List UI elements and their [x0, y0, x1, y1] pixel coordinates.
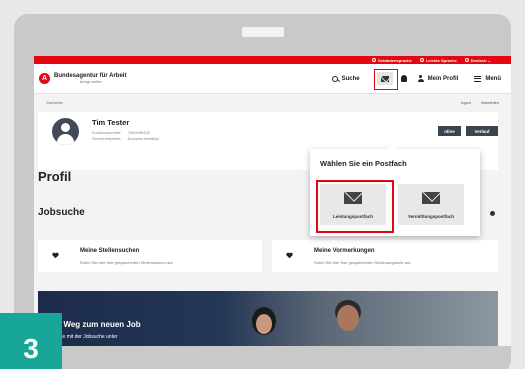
my-profile-link[interactable]: Mein Profil	[428, 76, 459, 82]
envelope-icon	[380, 75, 389, 82]
heart-icon	[52, 252, 59, 259]
mailbox-button[interactable]	[373, 69, 398, 90]
tile-description: Rufen Sie hier Ihre gespeicherten Stelle…	[314, 260, 412, 265]
search-button[interactable]: Suche	[331, 75, 360, 82]
logo-mark-icon: A	[39, 73, 50, 84]
banner-title: Ihr Weg zum neuen Job	[51, 320, 141, 329]
sub-bar: Startseite Ingen Abmelden	[34, 94, 511, 110]
mailbox-option-benefits[interactable]: Leistungspostfach	[316, 180, 394, 233]
option-label: Leistungspostfach	[332, 214, 373, 219]
search-icon	[331, 75, 338, 82]
online-button[interactable]: nline	[438, 126, 461, 136]
tablet-camera	[242, 27, 284, 37]
sign-language-icon	[371, 58, 376, 63]
section-title-jobsuche: Jobsuche	[38, 207, 85, 218]
main-nav: Suche Mein Profil Menü	[331, 69, 501, 90]
menu-label[interactable]: Menü	[485, 76, 501, 82]
easy-language-icon	[419, 58, 424, 63]
globe-icon	[464, 58, 469, 63]
user-name: Tim Tester	[92, 118, 130, 127]
utility-language-select[interactable]: Deutsch ⌄	[464, 58, 491, 63]
mailbox-option-placement[interactable]: Vermittlungspostfach	[398, 184, 464, 225]
utility-easy-language[interactable]: Leichte Sprache	[419, 58, 457, 63]
tile-title: Meine Stellensuchen	[80, 248, 140, 254]
bell-icon[interactable]	[400, 75, 407, 82]
tile-description: Rufen Sie hier Ihre gespeicherten Stelle…	[80, 260, 174, 265]
promo-banner[interactable]: Ihr Weg zum neuen Job en Sie mit der Job…	[38, 291, 498, 346]
banner-photo-person	[335, 300, 361, 331]
site-header: A Bundesagentur für Arbeit bringt weiter…	[34, 64, 511, 94]
breadcrumb[interactable]: Startseite	[46, 100, 63, 105]
page-title: Profil	[38, 169, 72, 184]
tile-saved-offers[interactable]: Meine Vormerkungen Rufen Sie hier Ihre g…	[272, 240, 498, 272]
logo[interactable]: A Bundesagentur für Arbeit bringt weiter…	[39, 73, 126, 84]
tile-title: Meine Vormerkungen	[314, 248, 375, 254]
heart-icon	[286, 252, 293, 259]
utility-sign-language[interactable]: Gebärdensprache	[371, 58, 412, 63]
tile-saved-searches[interactable]: Meine Stellensuchen Rufen Sie hier Ihre …	[38, 240, 262, 272]
app-screen: Gebärdensprache Leichte Sprache Deutsch …	[34, 56, 511, 346]
history-button[interactable]: Verlauf	[466, 126, 498, 136]
mailbox-popover: Wählen Sie ein Postfach Leistungspostfac…	[310, 144, 480, 236]
step-number-badge: 3	[0, 313, 62, 369]
utility-bar: Gebärdensprache Leichte Sprache Deutsch …	[34, 56, 511, 64]
envelope-icon	[422, 192, 440, 204]
subnav-settings[interactable]: Ingen	[461, 100, 471, 105]
user-icon	[417, 75, 424, 82]
info-dot-icon[interactable]	[490, 211, 495, 216]
envelope-icon	[344, 192, 362, 204]
option-label: Vermittlungspostfach	[407, 214, 454, 219]
search-label: Suche	[341, 75, 360, 82]
avatar	[52, 118, 79, 145]
logout-link[interactable]: Abmelden	[481, 100, 499, 105]
user-meta: Kundennummer: 7050096432 Sicherheitsstufe…	[92, 130, 159, 141]
menu-icon[interactable]	[474, 75, 482, 82]
logo-tagline: bringt weiter.	[80, 79, 103, 84]
banner-photo-person	[252, 307, 276, 335]
popover-title: Wählen Sie ein Postfach	[320, 159, 407, 168]
